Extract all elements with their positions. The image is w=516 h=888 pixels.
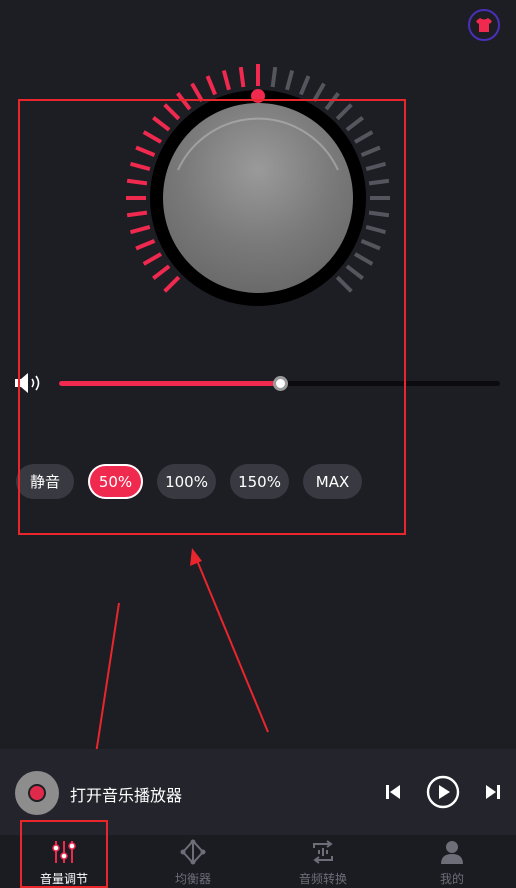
dial-tick [270, 66, 278, 88]
dial-tick [285, 69, 295, 91]
tab-equalizer[interactable]: 均衡器 [163, 835, 223, 888]
tab-mine[interactable]: 我的 [422, 835, 482, 888]
annotation-box [18, 99, 406, 535]
play-icon [426, 775, 460, 809]
tab-label: 我的 [439, 872, 464, 886]
dial-tick [238, 66, 246, 88]
user-icon [437, 838, 467, 866]
network-nodes-icon [178, 838, 208, 866]
tab-label: 音频转换 [298, 872, 347, 886]
album-disc-icon[interactable] [15, 771, 59, 815]
previous-icon[interactable] [382, 774, 404, 810]
tab-audio-convert[interactable]: 音频转换 [292, 835, 354, 888]
audio-convert-icon [308, 838, 338, 866]
tab-label: 均衡器 [174, 872, 211, 886]
play-button[interactable] [425, 774, 461, 810]
dial-tick [205, 75, 217, 96]
annotation-tab-box [20, 820, 108, 888]
next-icon[interactable] [482, 774, 504, 810]
dial-tick [299, 75, 311, 96]
player-title[interactable]: 打开音乐播放器 [70, 782, 182, 806]
dial-tick [221, 69, 231, 91]
